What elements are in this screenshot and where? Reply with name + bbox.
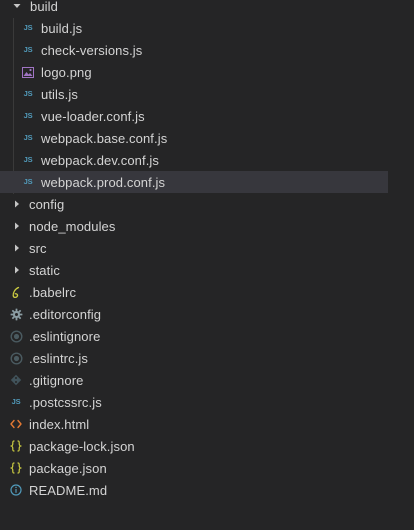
file-label: vue-loader.conf.js <box>41 108 145 124</box>
file-label: .gitignore <box>29 372 84 388</box>
file-label: .eslintrc.js <box>29 350 88 366</box>
tree-folder-static[interactable]: static <box>0 259 388 281</box>
javascript-file-icon: JS <box>11 397 21 407</box>
javascript-file-icon: JS <box>23 111 33 121</box>
file-label: webpack.base.conf.js <box>41 130 168 146</box>
chevron-right-icon[interactable] <box>12 221 22 231</box>
tree-file-eslintrc-js[interactable]: .eslintrc.js <box>0 347 388 369</box>
babel-file-icon <box>9 285 23 299</box>
tree-folder-build[interactable]: build <box>0 0 388 17</box>
tree-file-webpack-base-conf-js[interactable]: JS webpack.base.conf.js <box>0 127 388 149</box>
git-icon <box>9 373 23 387</box>
file-explorer-tree: build JS build.js JS check-versions.js l… <box>0 0 414 530</box>
info-icon <box>9 483 23 497</box>
tree-file-webpack-dev-conf-js[interactable]: JS webpack.dev.conf.js <box>0 149 388 171</box>
tree-file-package-lock-json[interactable]: package-lock.json <box>0 435 388 457</box>
tree-file-vue-loader-conf-js[interactable]: JS vue-loader.conf.js <box>0 105 388 127</box>
json-file-icon <box>9 461 23 475</box>
file-label: check-versions.js <box>41 42 143 58</box>
folder-label: src <box>29 240 47 256</box>
file-label: package.json <box>29 460 107 476</box>
folder-label: node_modules <box>29 218 116 234</box>
file-label: .eslintignore <box>29 328 101 344</box>
eslint-icon <box>9 351 23 365</box>
file-label: .babelrc <box>29 284 77 300</box>
file-label: README.md <box>29 482 108 498</box>
file-label: .editorconfig <box>29 306 102 322</box>
scrollbar-track[interactable] <box>400 0 414 530</box>
json-file-icon <box>9 439 23 453</box>
tree-file-check-versions-js[interactable]: JS check-versions.js <box>0 39 388 61</box>
javascript-file-icon: JS <box>23 155 33 165</box>
file-label: build.js <box>41 20 83 36</box>
tree-folder-src[interactable]: src <box>0 237 388 259</box>
file-label: package-lock.json <box>29 438 135 454</box>
tree-folder-node-modules[interactable]: node_modules <box>0 215 388 237</box>
chevron-right-icon[interactable] <box>12 265 22 275</box>
html-file-icon <box>9 417 23 431</box>
tree-file-package-json[interactable]: package.json <box>0 457 388 479</box>
tree-file-webpack-prod-conf-js[interactable]: JS webpack.prod.conf.js <box>0 171 388 193</box>
file-label: index.html <box>29 416 90 432</box>
file-label: webpack.dev.conf.js <box>41 152 159 168</box>
javascript-file-icon: JS <box>23 45 33 55</box>
chevron-right-icon[interactable] <box>12 199 22 209</box>
eslint-icon <box>9 329 23 343</box>
image-file-icon <box>21 65 35 79</box>
javascript-file-icon: JS <box>23 177 33 187</box>
tree-file-gitignore[interactable]: .gitignore <box>0 369 388 391</box>
tree-file-babelrc[interactable]: .babelrc <box>0 281 388 303</box>
tree-file-eslintignore[interactable]: .eslintignore <box>0 325 388 347</box>
chevron-down-icon[interactable] <box>12 1 22 11</box>
javascript-file-icon: JS <box>23 89 33 99</box>
file-label: webpack.prod.conf.js <box>41 174 166 190</box>
tree-file-logo-png[interactable]: logo.png <box>0 61 388 83</box>
gear-icon <box>9 307 23 321</box>
javascript-file-icon: JS <box>23 23 33 33</box>
javascript-file-icon: JS <box>23 133 33 143</box>
chevron-right-icon[interactable] <box>12 243 22 253</box>
folder-label: static <box>29 262 60 278</box>
tree-file-utils-js[interactable]: JS utils.js <box>0 83 388 105</box>
tree-file-index-html[interactable]: index.html <box>0 413 388 435</box>
tree-file-postcssrc-js[interactable]: JS .postcssrc.js <box>0 391 388 413</box>
tree-folder-config[interactable]: config <box>0 193 388 215</box>
folder-label: build <box>30 0 58 14</box>
tree-file-build-js[interactable]: JS build.js <box>0 17 388 39</box>
tree-file-readme-md[interactable]: README.md <box>0 479 388 501</box>
file-label: .postcssrc.js <box>29 394 102 410</box>
folder-label: config <box>29 196 65 212</box>
file-label: utils.js <box>41 86 78 102</box>
file-label: logo.png <box>41 64 92 80</box>
tree-file-editorconfig[interactable]: .editorconfig <box>0 303 388 325</box>
